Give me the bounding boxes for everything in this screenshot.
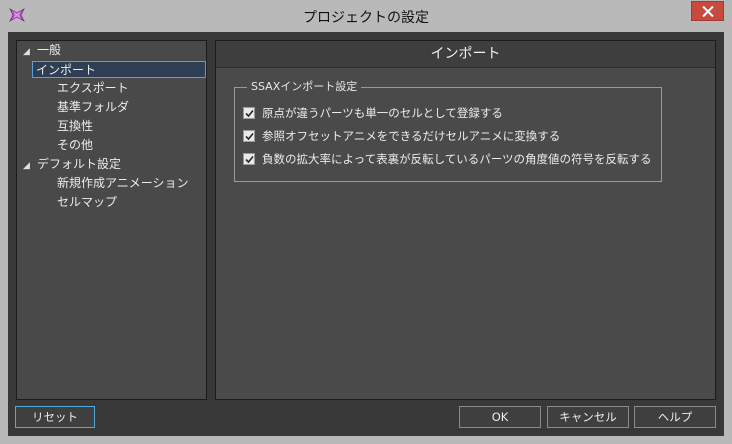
checkmark-icon	[245, 155, 254, 164]
expand-arrow-icon[interactable]: ◢	[23, 44, 37, 61]
cancel-button[interactable]: キャンセル	[547, 406, 629, 428]
checkmark-icon	[245, 132, 254, 141]
tree-item-new-animation[interactable]: 新規作成アニメーション	[57, 175, 189, 192]
checkbox[interactable]	[243, 130, 255, 142]
page-title: インポート	[216, 41, 715, 68]
tree-item-label: 基準フォルダ	[57, 100, 130, 114]
checkmark-icon	[245, 109, 254, 118]
tree-item-other[interactable]: その他	[57, 137, 93, 154]
tree-item-label: 一般	[37, 43, 62, 57]
window-title: プロジェクトの設定	[303, 10, 429, 26]
expand-arrow-icon[interactable]: ◢	[23, 158, 37, 175]
tree-item-compatibility[interactable]: 互換性	[57, 118, 93, 135]
close-icon	[702, 6, 714, 17]
tree-item-label: デフォルト設定	[37, 157, 122, 171]
tree-item-export[interactable]: エクスポート	[57, 80, 129, 97]
tree-item-base-folder[interactable]: 基準フォルダ	[57, 99, 129, 116]
tree-item-cellmap[interactable]: セルマップ	[57, 194, 117, 211]
checkbox[interactable]	[243, 107, 255, 119]
group-title: SSAXインポート設定	[247, 80, 362, 94]
close-button[interactable]	[691, 1, 724, 21]
tree-item-label: 新規作成アニメーション	[57, 176, 189, 190]
tree-item-label: 互換性	[57, 119, 94, 133]
tree-item-label: インポート	[36, 63, 97, 77]
checkbox-label: 原点が違うパーツも単一のセルとして登録する	[262, 106, 503, 120]
checkbox[interactable]	[243, 153, 255, 165]
help-button[interactable]: ヘルプ	[634, 406, 716, 428]
tree-item-import[interactable]: インポート	[32, 61, 206, 78]
settings-content-panel: インポート SSAXインポート設定 原点が違うパーツも単一のセルとして登録する …	[215, 40, 716, 400]
dialog-client-area: ◢ 一般 インポート エクスポート 基準フォルダ 互換性 その他 ◢ デフォルト設定…	[8, 32, 724, 436]
reset-button[interactable]: リセット	[15, 406, 95, 428]
tree-item-label: セルマップ	[57, 195, 118, 209]
tree-item-label: その他	[57, 138, 94, 152]
ssax-import-group: SSAXインポート設定 原点が違うパーツも単一のセルとして登録する 参照オフセッ…	[234, 80, 662, 182]
tree-item-label: エクスポート	[57, 81, 129, 95]
title-bar: プロジェクトの設定	[0, 0, 732, 32]
checkbox-label: 負数の拡大率によって表裏が反転しているパーツの角度値の符号を反転する	[262, 152, 652, 166]
ok-button[interactable]: OK	[459, 406, 541, 428]
settings-tree: ◢ 一般 インポート エクスポート 基準フォルダ 互換性 その他 ◢ デフォルト設定…	[16, 40, 207, 400]
tree-item-general[interactable]: ◢ 一般	[23, 42, 61, 59]
checkbox-label: 参照オフセットアニメをできるだけセルアニメに変換する	[262, 129, 561, 143]
tree-item-default-settings[interactable]: ◢ デフォルト設定	[23, 156, 121, 173]
